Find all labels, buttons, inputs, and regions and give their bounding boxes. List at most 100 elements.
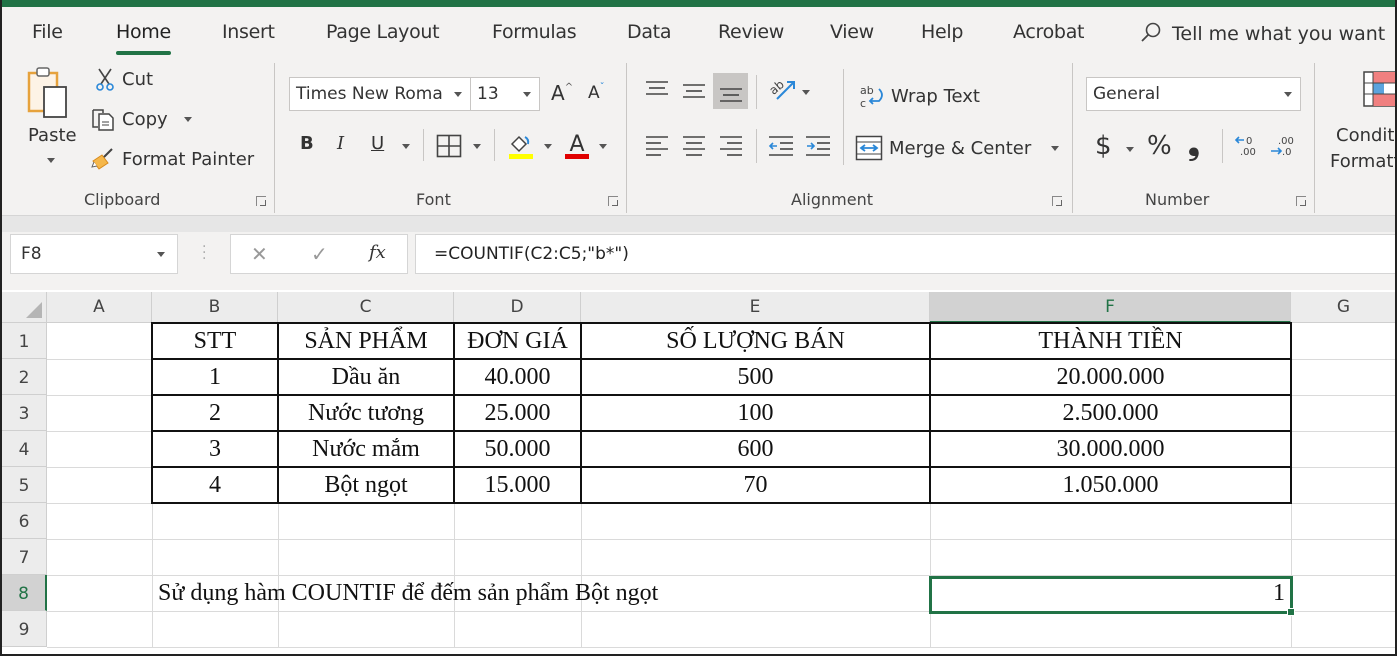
font-color-icon[interactable]: A — [563, 131, 591, 161]
merge-center-button[interactable]: Merge & Center — [855, 135, 1060, 161]
table-cell[interactable]: 3 — [152, 431, 278, 467]
name-box-dropdown-icon[interactable] — [157, 252, 165, 257]
table-header-cell[interactable]: THÀNH TIỀN — [930, 323, 1291, 359]
grow-font-button[interactable]: A ^ — [551, 81, 573, 105]
number-format-combo[interactable]: General — [1086, 77, 1301, 111]
borders-icon[interactable] — [436, 134, 462, 158]
table-cell[interactable]: 1.050.000 — [930, 467, 1291, 503]
tab-help[interactable]: Help — [921, 21, 963, 43]
row-header-2[interactable]: 2 — [2, 359, 47, 395]
alignment-launcher-icon[interactable] — [1052, 196, 1062, 206]
clipboard-launcher-icon[interactable] — [256, 196, 266, 206]
column-header-d[interactable]: D — [454, 292, 581, 323]
table-cell[interactable]: 500 — [581, 359, 930, 395]
table-cell[interactable]: 4 — [152, 467, 278, 503]
table-header-cell[interactable]: SẢN PHẨM — [278, 323, 454, 359]
underline-dropdown-icon[interactable] — [402, 144, 410, 149]
increase-decimal-icon[interactable]: 0.00 — [1234, 133, 1260, 159]
table-cell[interactable]: 40.000 — [454, 359, 581, 395]
note-cell-b8[interactable]: Sử dụng hàm COUNTIF để đếm sản phẩm Bột … — [152, 575, 952, 611]
middle-align-icon[interactable] — [682, 81, 706, 101]
cancel-icon[interactable]: ✕ — [251, 242, 268, 266]
number-format-dropdown-icon[interactable] — [1284, 92, 1292, 97]
column-header-e[interactable]: E — [581, 292, 930, 323]
percent-button[interactable]: % — [1147, 131, 1172, 161]
row-header-3[interactable]: 3 — [2, 395, 47, 431]
table-cell[interactable]: 25.000 — [454, 395, 581, 431]
row-header-5[interactable]: 5 — [2, 467, 47, 503]
column-header-a[interactable]: A — [47, 292, 152, 323]
merge-center-dropdown-icon[interactable] — [1051, 145, 1060, 151]
fill-color-icon[interactable] — [507, 131, 535, 161]
align-right-icon[interactable] — [719, 135, 743, 157]
copy-dropdown-icon[interactable] — [183, 116, 192, 122]
font-size-dropdown-icon[interactable] — [523, 92, 531, 97]
decrease-indent-icon[interactable] — [768, 135, 794, 157]
format-painter-button[interactable]: Format Painter — [90, 147, 254, 171]
currency-button[interactable]: $ — [1095, 131, 1112, 161]
font-name-combo[interactable]: Times New Roma — [289, 77, 471, 111]
font-size-combo[interactable]: 13 — [470, 77, 540, 111]
tab-home[interactable]: Home — [116, 21, 171, 55]
number-launcher-icon[interactable] — [1296, 196, 1306, 206]
copy-button[interactable]: Copy — [90, 107, 192, 131]
row-header-1[interactable]: 1 — [2, 323, 47, 359]
table-cell[interactable]: Dầu ăn — [278, 359, 454, 395]
italic-button[interactable]: I — [337, 133, 344, 154]
tab-formulas[interactable]: Formulas — [492, 21, 577, 43]
table-cell[interactable]: 30.000.000 — [930, 431, 1291, 467]
font-launcher-icon[interactable] — [608, 196, 618, 206]
table-cell[interactable]: 50.000 — [454, 431, 581, 467]
formula-input[interactable]: =COUNTIF(C2:C5;"b*") — [415, 234, 1395, 274]
table-cell[interactable]: 100 — [581, 395, 930, 431]
tab-insert[interactable]: Insert — [222, 21, 275, 43]
tab-acrobat[interactable]: Acrobat — [1013, 21, 1084, 43]
formula-bar-resize-handle[interactable]: · · · — [202, 240, 206, 266]
align-center-icon[interactable] — [682, 135, 706, 157]
row-header-7[interactable]: 7 — [2, 539, 47, 575]
fill-handle[interactable] — [1287, 608, 1295, 616]
increase-indent-icon[interactable] — [805, 135, 831, 157]
row-header-4[interactable]: 4 — [2, 431, 47, 467]
underline-button[interactable]: U — [371, 133, 384, 154]
tab-data[interactable]: Data — [627, 21, 671, 43]
worksheet-grid[interactable]: ABCDEFG 123456789 STT SẢN PHẨM ĐƠN GIÁ SỐ L… — [2, 290, 1395, 654]
cut-button[interactable]: Cut — [94, 67, 153, 91]
tab-view[interactable]: View — [830, 21, 874, 43]
column-header-b[interactable]: B — [152, 292, 278, 323]
shrink-font-button[interactable]: Aˇ — [588, 82, 605, 104]
column-header-g[interactable]: G — [1291, 292, 1395, 323]
wrap-text-button[interactable]: ab c Wrap Text — [859, 83, 980, 109]
table-header-cell[interactable]: ĐƠN GIÁ — [454, 323, 581, 359]
insert-function-icon[interactable]: fx — [369, 242, 386, 263]
fill-color-dropdown-icon[interactable] — [544, 144, 552, 149]
table-header-cell[interactable]: STT — [152, 323, 278, 359]
table-cell[interactable]: 20.000.000 — [930, 359, 1291, 395]
tab-review[interactable]: Review — [718, 21, 784, 43]
table-header-cell[interactable]: SỐ LƯỢNG BÁN — [581, 323, 930, 359]
tell-me-box[interactable]: Tell me what you want — [1140, 21, 1385, 45]
table-cell[interactable]: Nước mắm — [278, 431, 454, 467]
bottom-align-button[interactable] — [713, 73, 748, 109]
tab-file[interactable]: File — [32, 21, 63, 43]
bold-button[interactable]: B — [300, 133, 314, 154]
decrease-decimal-icon[interactable]: .00.0 — [1270, 133, 1296, 159]
borders-dropdown-icon[interactable] — [473, 144, 481, 149]
align-left-icon[interactable] — [645, 135, 669, 157]
font-name-dropdown-icon[interactable] — [454, 92, 462, 97]
table-cell[interactable]: 2.500.000 — [930, 395, 1291, 431]
paste-label[interactable]: Paste — [28, 125, 77, 146]
select-all-button[interactable] — [2, 292, 47, 323]
orientation-dropdown-icon[interactable] — [802, 90, 810, 95]
table-cell[interactable]: 15.000 — [454, 467, 581, 503]
comma-style-button[interactable]: ❟ — [1188, 127, 1200, 162]
font-color-dropdown-icon[interactable] — [599, 144, 607, 149]
table-cell[interactable]: 600 — [581, 431, 930, 467]
row-header-8[interactable]: 8 — [2, 575, 47, 611]
table-cell[interactable]: 1 — [152, 359, 278, 395]
enter-icon[interactable]: ✓ — [311, 242, 328, 266]
currency-dropdown-icon[interactable] — [1126, 147, 1134, 152]
column-header-f[interactable]: F — [930, 292, 1291, 323]
table-cell[interactable]: Nước tương — [278, 395, 454, 431]
paste-dropdown-icon[interactable] — [47, 158, 55, 163]
